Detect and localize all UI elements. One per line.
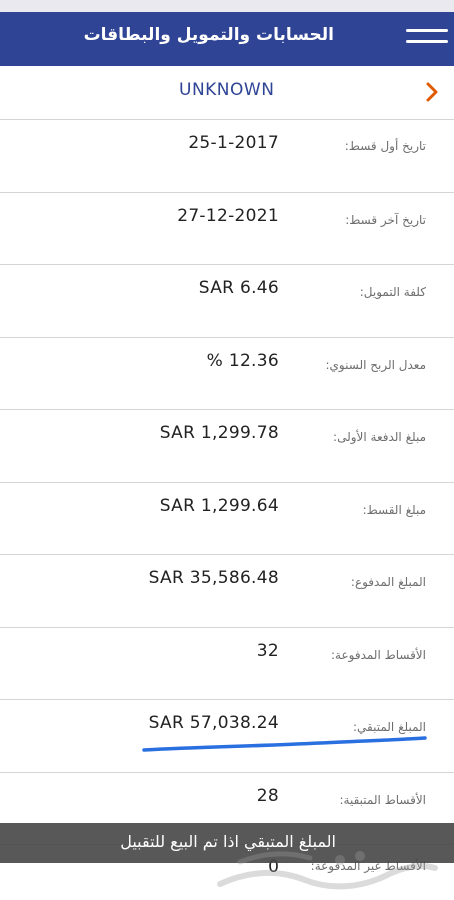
account-name: UNKNOWN — [179, 80, 275, 100]
detail-row-last-installment-date: تاريخ آخر قسط: 27-12-2021 — [0, 193, 454, 265]
detail-label: معدل الربح السنوي: — [325, 357, 426, 372]
detail-label: تاريخ أول قسط: — [344, 139, 426, 153]
detail-value: SAR 57,038.24 — [148, 713, 279, 733]
underline-annotation — [142, 736, 427, 752]
app-header: الحسابات والتمويل والبطاقات — [0, 0, 454, 66]
detail-value: 32 — [256, 640, 279, 661]
detail-label: الأقساط المتبقية: — [339, 792, 426, 807]
detail-label: كلفة التمويل: — [359, 285, 426, 299]
detail-label: المبلغ المدفوع: — [350, 575, 426, 589]
watermark-logo — [217, 851, 438, 890]
detail-value: 25-1-2017 — [188, 133, 279, 153]
detail-value: SAR 35,586.48 — [148, 568, 279, 588]
detail-value: SAR 1,299.64 — [159, 495, 279, 516]
detail-row-first-payment-amount: مبلغ الدفعة الأولى: SAR 1,299.78 — [0, 410, 454, 483]
detail-label: المبلغ المتبقي: — [352, 720, 426, 734]
detail-row-first-installment-date: تاريخ أول قسط: 25-1-2017 — [0, 120, 454, 193]
detail-label: الأقساط المدفوعة: — [331, 647, 426, 662]
detail-label: مبلغ القسط: — [362, 502, 426, 517]
detail-row-installment-amount: مبلغ القسط: SAR 1,299.64 — [0, 483, 454, 555]
detail-value: SAR 6.46 — [198, 278, 279, 298]
detail-label: مبلغ الدفعة الأولى: — [333, 430, 426, 444]
detail-value: 27-12-2021 — [177, 205, 279, 226]
detail-value: 28 — [256, 785, 279, 806]
detail-row-paid-installments: الأقساط المدفوعة: 32 — [0, 628, 454, 700]
detail-value: % 12.36 — [206, 350, 279, 371]
page-title: الحسابات والتمويل والبطاقات — [83, 25, 334, 45]
detail-label: تاريخ آخر قسط: — [345, 212, 426, 227]
detail-row-paid-amount: المبلغ المدفوع: SAR 35,586.48 — [0, 555, 454, 628]
hamburger-menu-icon[interactable] — [406, 26, 448, 50]
detail-row-finance-cost: كلفة التمويل: SAR 6.46 — [0, 265, 454, 338]
detail-row-annual-profit-rate: معدل الربح السنوي: % 12.36 — [0, 338, 454, 410]
chevron-right-icon[interactable] — [420, 80, 444, 104]
account-selector[interactable]: UNKNOWN — [0, 66, 454, 120]
detail-value: SAR 1,299.78 — [159, 423, 279, 443]
